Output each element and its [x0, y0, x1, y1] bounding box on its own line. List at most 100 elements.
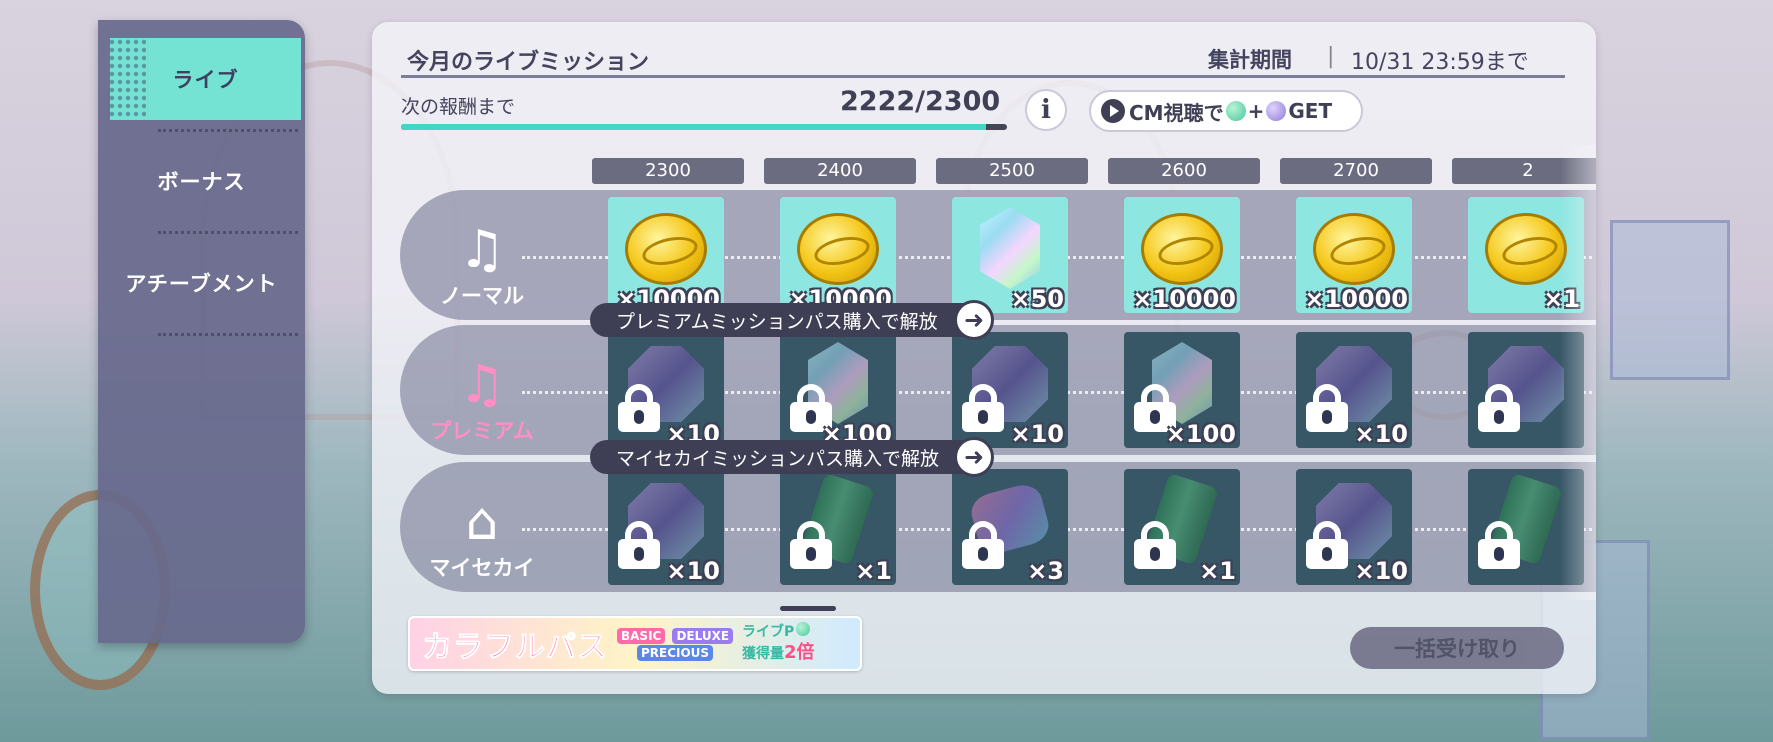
reward-quantity: ×1	[855, 557, 892, 585]
reward-card[interactable]: ×10000	[780, 197, 896, 313]
pass-tier-tags: BASIC DELUXE PRECIOUS	[616, 625, 734, 662]
unlock-pass-text: プレミアムミッションパス購入で解放	[616, 310, 938, 333]
period-separator: |	[1327, 44, 1335, 69]
threshold-label: 2500	[936, 158, 1088, 184]
period-label: 集計期間	[1208, 48, 1292, 72]
music-note-icon: ♫	[458, 355, 506, 415]
reward-quantity: ×10	[1354, 557, 1408, 585]
reward-card[interactable]: ×10000	[608, 197, 724, 313]
unlock-pass-banner[interactable]: プレミアムミッションパス購入で解放	[590, 303, 970, 337]
progress-bar	[401, 124, 1007, 130]
row-label: ノーマル	[440, 284, 524, 308]
lock-icon	[618, 384, 660, 432]
scroll-handle[interactable]	[780, 606, 836, 611]
info-button[interactable]: i	[1025, 89, 1067, 131]
reward-track: 2300 2400 2500 2600 2700 2 ♫ ノーマル ×10000 ×1…	[372, 145, 1596, 600]
claim-all-label: 一括受け取り	[1394, 637, 1520, 661]
reward-card[interactable]: ×50	[952, 197, 1068, 313]
arrow-right-icon[interactable]: ➜	[954, 437, 994, 477]
live-point-icon	[1225, 101, 1246, 121]
row-premium-icon: ♫ プレミアム	[412, 325, 552, 455]
page-title: 今月のライブミッション	[407, 50, 650, 75]
reward-card[interactable]: ×10000	[1296, 197, 1412, 313]
bonus-multiplier: 2倍	[784, 642, 815, 664]
bonus-line2: 獲得量	[742, 646, 785, 663]
arrow-right-icon[interactable]: ➜	[954, 300, 994, 340]
reward-card[interactable]: ×10	[1296, 469, 1412, 585]
crystal-icon	[1266, 101, 1287, 121]
reward-quantity: ×3	[1027, 557, 1064, 585]
row-label: プレミアム	[430, 419, 534, 443]
claim-all-button[interactable]: 一括受け取り	[1350, 627, 1564, 669]
sidebar-item-label: アチーブメント	[125, 272, 278, 296]
unlock-pass-banner[interactable]: マイセカイミッションパス購入で解放	[590, 440, 970, 474]
coin-icon	[625, 213, 707, 285]
threshold-label: 2400	[764, 158, 916, 184]
sidebar-item-label: ライブ	[172, 68, 239, 92]
lock-icon	[1478, 384, 1520, 432]
cm-button-suffix: GET	[1288, 99, 1333, 123]
cm-button-plus: +	[1247, 99, 1265, 123]
pass-bonus-text: ライブP 獲得量2倍	[742, 622, 815, 665]
reward-quantity: ×10	[1354, 420, 1408, 448]
sidebar-item-label: ボーナス	[157, 170, 246, 194]
threshold-label: 2700	[1280, 158, 1432, 184]
lock-icon	[618, 521, 660, 569]
tag-basic: BASIC	[617, 628, 666, 644]
lock-icon	[1306, 384, 1348, 432]
reward-card[interactable]: ×10	[608, 332, 724, 448]
tag-precious: PRECIOUS	[636, 645, 714, 661]
reward-card[interactable]: ×3	[952, 469, 1068, 585]
reward-quantity: ×1	[1199, 557, 1236, 585]
period-end-date: 10/31 23:59まで	[1351, 50, 1529, 75]
reward-quantity: ×10000	[1304, 285, 1408, 313]
colorful-pass-banner[interactable]: カラフルパス BASIC DELUXE PRECIOUS ライブP 獲得量2倍	[408, 616, 862, 671]
cm-button-prefix: CM視聴で	[1129, 100, 1224, 125]
next-reward-label: 次の報酬まで	[401, 96, 516, 118]
lock-icon	[790, 521, 832, 569]
threshold-label: 2600	[1108, 158, 1260, 184]
reward-quantity: ×50	[1010, 285, 1064, 313]
reward-card[interactable]: ×10	[952, 332, 1068, 448]
reward-card[interactable]: ×100	[1124, 332, 1240, 448]
reward-quantity: ×100	[1165, 420, 1236, 448]
sidebar-item-bonus[interactable]: ボーナス	[98, 140, 305, 222]
live-point-icon	[796, 622, 811, 637]
coin-icon	[1485, 213, 1567, 285]
reward-quantity: ×10	[666, 557, 720, 585]
reward-card[interactable]: ×1	[1124, 469, 1240, 585]
lock-icon	[1134, 521, 1176, 569]
reward-card[interactable]: ×10	[1296, 332, 1412, 448]
coin-icon	[797, 213, 879, 285]
divider	[158, 231, 298, 234]
scroll-fade	[1560, 145, 1596, 600]
reward-card[interactable]: ×10	[608, 469, 724, 585]
house-icon: ⌂	[465, 492, 499, 552]
divider	[158, 333, 298, 336]
row-myseikai-icon: ⌂ マイセカイ	[412, 462, 552, 592]
sidebar-item-achievement[interactable]: アチーブメント	[98, 242, 305, 324]
coin-icon	[1313, 213, 1395, 285]
reward-card[interactable]: ×100	[780, 332, 896, 448]
lock-icon	[962, 384, 1004, 432]
reward-card[interactable]: ×1	[780, 469, 896, 585]
unlock-pass-text: マイセカイミッションパス購入で解放	[616, 447, 940, 470]
crystal-icon	[980, 207, 1040, 289]
sidebar-item-live[interactable]: ライブ	[108, 38, 301, 120]
pass-title: カラフルパス	[422, 629, 608, 665]
progress-fill	[401, 124, 987, 130]
row-normal-icon: ♫ ノーマル	[412, 190, 552, 320]
music-note-icon: ♫	[458, 220, 506, 280]
info-icon: i	[1041, 95, 1051, 125]
lock-icon	[962, 521, 1004, 569]
header-divider	[401, 75, 1565, 78]
watch-cm-button[interactable]: CM視聴で + GET	[1089, 90, 1363, 132]
threshold-label: 2300	[592, 158, 744, 184]
bonus-line1: ライブP	[742, 624, 795, 641]
reward-quantity: ×10000	[1132, 285, 1236, 313]
category-sidebar: ライブ ボーナス アチーブメント	[98, 20, 305, 643]
lock-icon	[1478, 521, 1520, 569]
reward-quantity: ×10	[1010, 420, 1064, 448]
reward-card[interactable]: ×10000	[1124, 197, 1240, 313]
progress-count: 2222/2300	[840, 86, 1001, 117]
